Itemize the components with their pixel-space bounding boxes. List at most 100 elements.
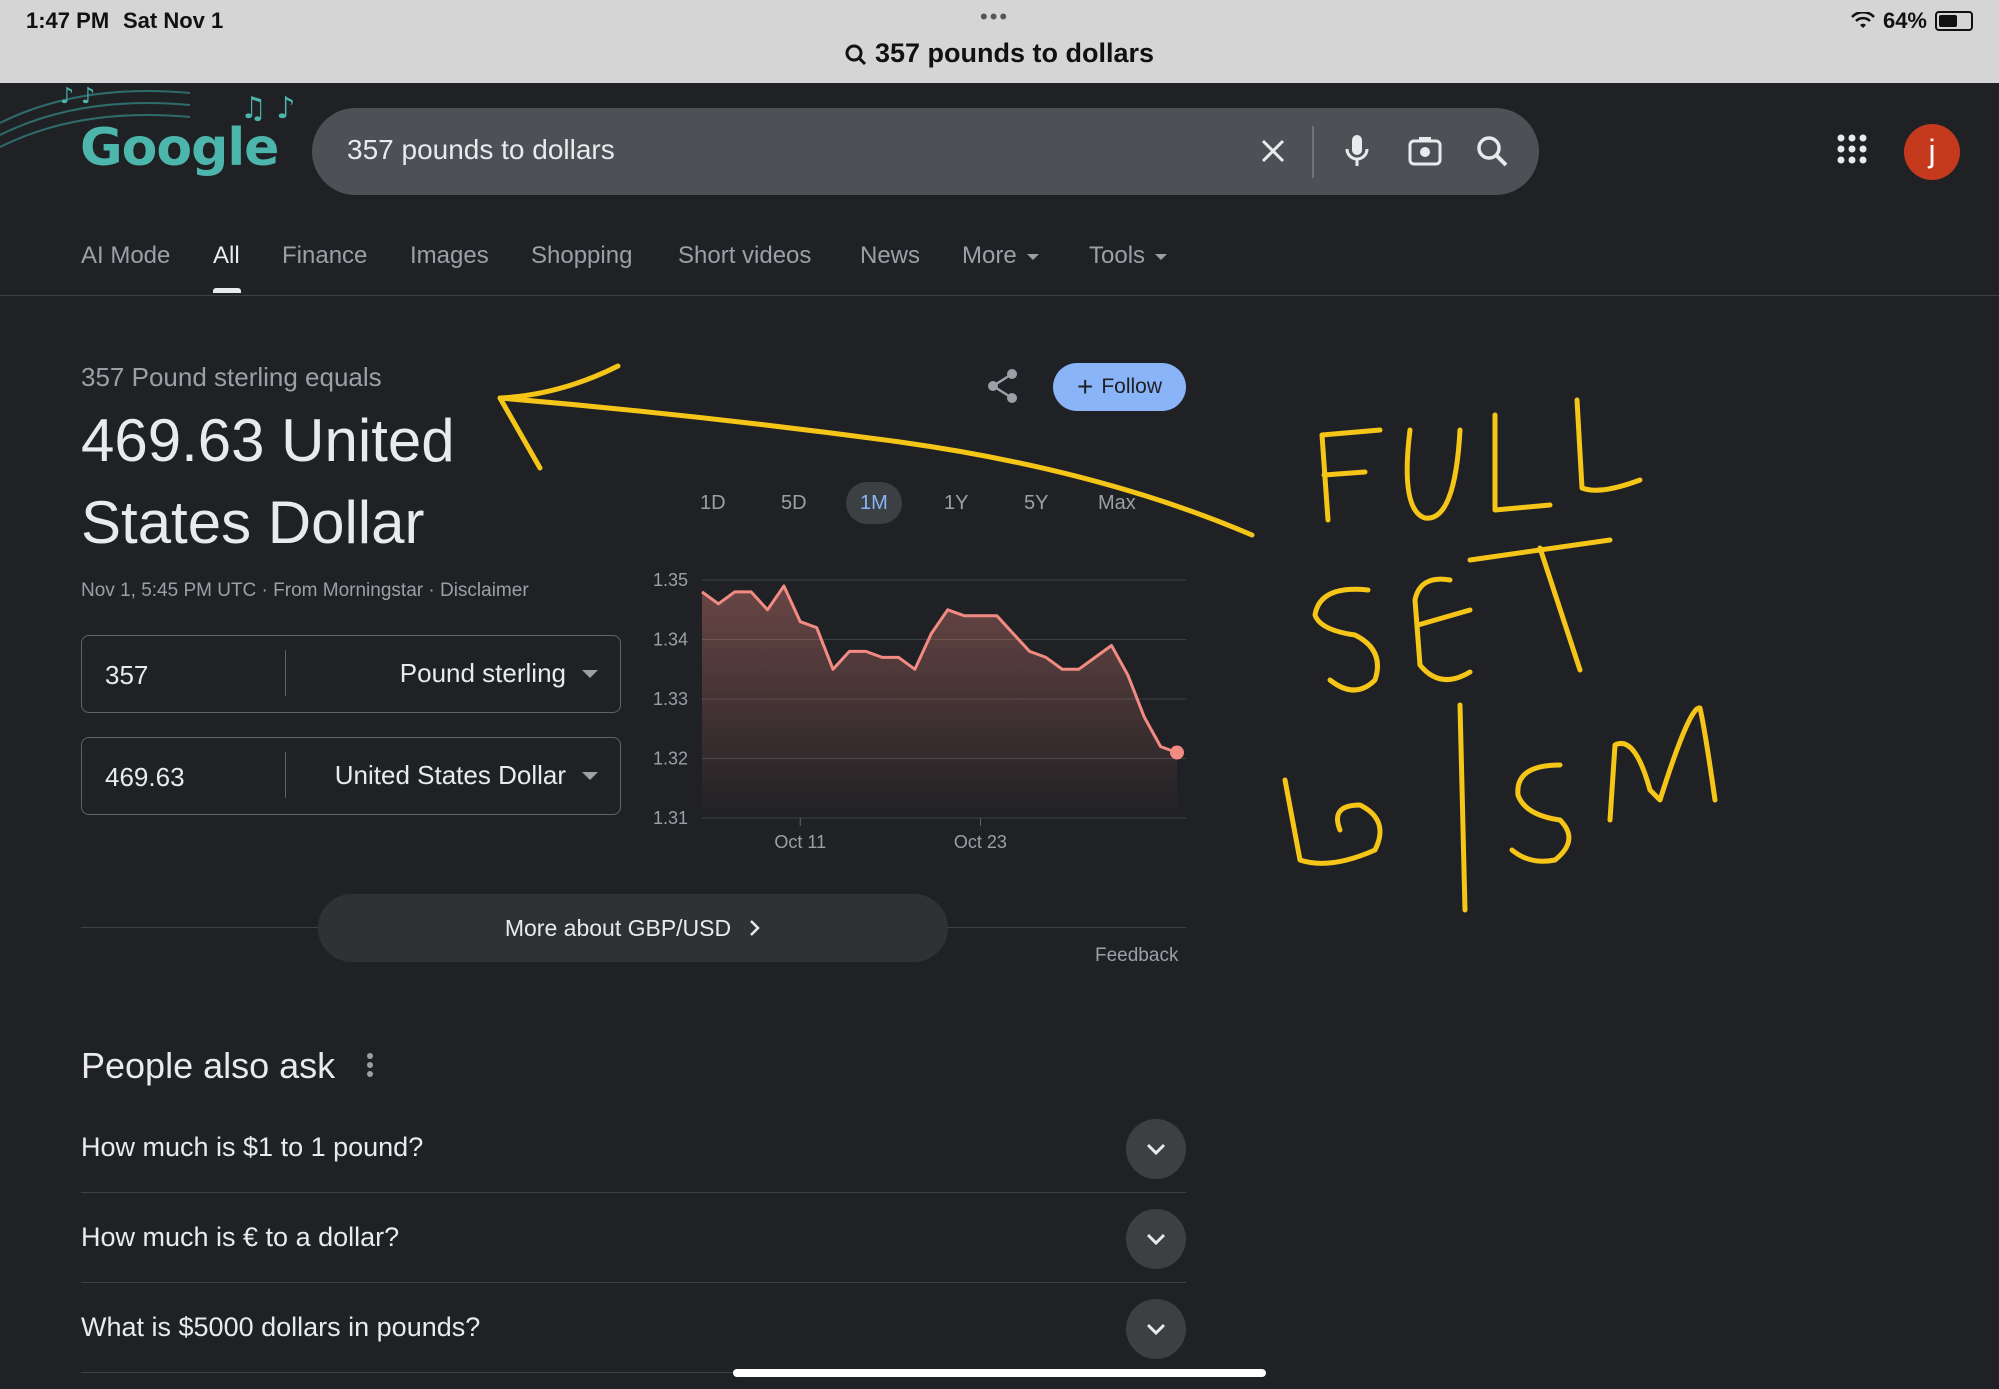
- share-icon[interactable]: [986, 368, 1020, 404]
- field-divider: [285, 752, 286, 798]
- home-indicator[interactable]: [733, 1369, 1266, 1377]
- to-currency-field[interactable]: 469.63 United States Dollar: [81, 737, 621, 815]
- status-bar: 1:47 PM Sat Nov 1 ••• 64% 357 pounds to …: [0, 0, 1999, 83]
- tab-all[interactable]: All: [213, 242, 240, 270]
- annotation-letter: [1574, 397, 1643, 493]
- clear-icon[interactable]: [1252, 130, 1294, 172]
- url-bar-text: 357 pounds to dollars: [874, 38, 1155, 68]
- annotation-letter: [1312, 586, 1380, 693]
- search-tabs: AI Mode All Finance Images Shopping Shor…: [0, 228, 1999, 296]
- expand-button[interactable]: [1126, 1119, 1186, 1179]
- camera-lens-icon[interactable]: [1404, 130, 1446, 172]
- wifi-icon: [1851, 12, 1875, 28]
- result-line-2: States Dollar: [81, 489, 425, 556]
- status-time: 1:47 PM: [26, 8, 110, 33]
- list-item[interactable]: How much is $1 to 1 pound?: [81, 1102, 1186, 1193]
- annotation-letter: [1282, 777, 1383, 866]
- question-text: What is $5000 dollars in pounds?: [81, 1312, 481, 1342]
- more-about-label: More about GBP/USD: [504, 914, 732, 941]
- expand-button[interactable]: [1126, 1209, 1186, 1269]
- search-input[interactable]: 357 pounds to dollars: [347, 134, 615, 166]
- annotation-letter: [1467, 537, 1613, 673]
- annotation-letter: [1509, 762, 1572, 864]
- from-currency-field[interactable]: 357 Pound sterling: [81, 635, 621, 713]
- conversion-subtitle: 357 Pound sterling equals: [81, 362, 382, 392]
- feedback-link[interactable]: Feedback: [1095, 945, 1178, 967]
- latest-point: [1170, 745, 1184, 760]
- range-1m[interactable]: 1M: [846, 482, 902, 524]
- y-tick-label: 1.35: [653, 570, 688, 590]
- apps-grid-icon[interactable]: [1837, 134, 1867, 164]
- annotation-letter: [1412, 576, 1473, 682]
- list-item[interactable]: How much is € to a dollar?: [81, 1192, 1186, 1283]
- chevron-down-icon: [1146, 1233, 1166, 1245]
- chevron-down-icon[interactable]: [582, 772, 598, 780]
- chevron-down-icon: [1026, 253, 1039, 260]
- plus-icon: +: [1076, 371, 1094, 402]
- tab-ai-mode[interactable]: AI Mode: [81, 242, 170, 270]
- chevron-down-icon[interactable]: [582, 670, 598, 678]
- range-5d[interactable]: 5D: [767, 482, 821, 524]
- search-divider: [1312, 126, 1314, 178]
- annotation-letter: [1404, 427, 1463, 521]
- from-amount-input[interactable]: 357: [105, 660, 148, 691]
- annotation-letter: [1319, 427, 1383, 523]
- multitasking-dots[interactable]: •••: [980, 4, 1009, 30]
- follow-button[interactable]: + Follow: [1053, 363, 1186, 411]
- expand-button[interactable]: [1126, 1299, 1186, 1359]
- x-tick-label: Oct 23: [954, 832, 1007, 852]
- chevron-down-icon: [1155, 253, 1168, 260]
- avatar[interactable]: j: [1904, 124, 1960, 180]
- microphone-icon[interactable]: [1336, 130, 1378, 172]
- tab-images[interactable]: Images: [410, 242, 489, 270]
- people-also-ask-title: People also ask: [81, 1045, 336, 1086]
- follow-label: Follow: [1101, 375, 1163, 398]
- svg-text:♪ ♪: ♪ ♪: [60, 84, 95, 109]
- more-vert-icon[interactable]: [364, 1052, 376, 1078]
- tab-tools[interactable]: Tools: [1089, 242, 1168, 270]
- active-tab-indicator: [213, 288, 241, 293]
- annotation-letter: [1492, 412, 1553, 513]
- range-max[interactable]: Max: [1084, 482, 1150, 524]
- google-logo[interactable]: Google: [80, 118, 279, 178]
- tab-more[interactable]: More: [962, 242, 1039, 270]
- result-line-1: 469.63 United: [81, 407, 455, 474]
- tab-tools-label: Tools: [1089, 242, 1146, 269]
- x-tick-label: Oct 11: [774, 832, 826, 852]
- search-icon[interactable]: [1471, 130, 1513, 172]
- battery-icon: [1935, 11, 1973, 31]
- y-tick-label: 1.33: [653, 689, 688, 709]
- exchange-rate-chart[interactable]: 1.35 1.34 1.33 1.32 1.31 Oct 11 Oct 23: [640, 560, 1200, 860]
- search-box[interactable]: 357 pounds to dollars: [312, 108, 1539, 195]
- more-about-button[interactable]: More about GBP/USD: [318, 894, 948, 962]
- annotation-letter: [1457, 702, 1468, 913]
- url-bar[interactable]: 357 pounds to dollars: [0, 38, 1999, 69]
- y-tick-label: 1.31: [653, 808, 688, 828]
- range-1d[interactable]: 1D: [686, 482, 740, 524]
- chevron-down-icon: [1146, 1143, 1166, 1155]
- tab-finance[interactable]: Finance: [282, 242, 367, 270]
- chevron-down-icon: [1146, 1323, 1166, 1335]
- to-amount-input[interactable]: 469.63: [105, 762, 185, 793]
- search-icon: [845, 44, 867, 65]
- question-text: How much is € to a dollar?: [81, 1222, 400, 1252]
- tab-shopping[interactable]: Shopping: [531, 242, 632, 270]
- range-1y[interactable]: 1Y: [930, 482, 982, 524]
- field-divider: [285, 650, 286, 696]
- from-currency-select[interactable]: Pound sterling: [400, 658, 566, 689]
- tab-more-label: More: [962, 242, 1017, 269]
- list-item[interactable]: What is $5000 dollars in pounds?: [81, 1282, 1186, 1373]
- tab-short-videos[interactable]: Short videos: [678, 242, 811, 270]
- source-info: Nov 1, 5:45 PM UTC · From Morningstar · …: [81, 580, 529, 601]
- status-right: 64%: [1851, 8, 1973, 34]
- range-5y[interactable]: 5Y: [1010, 482, 1062, 524]
- status-date: Sat Nov 1: [123, 8, 224, 33]
- to-currency-select[interactable]: United States Dollar: [335, 760, 566, 791]
- chevron-right-icon: [750, 920, 760, 936]
- tab-news[interactable]: News: [860, 242, 920, 270]
- annotation-letter: [1607, 705, 1718, 823]
- question-text: How much is $1 to 1 pound?: [81, 1132, 424, 1162]
- conversion-result: 469.63 United States Dollar: [81, 400, 541, 564]
- y-tick-label: 1.34: [653, 630, 688, 650]
- y-tick-label: 1.32: [653, 749, 688, 769]
